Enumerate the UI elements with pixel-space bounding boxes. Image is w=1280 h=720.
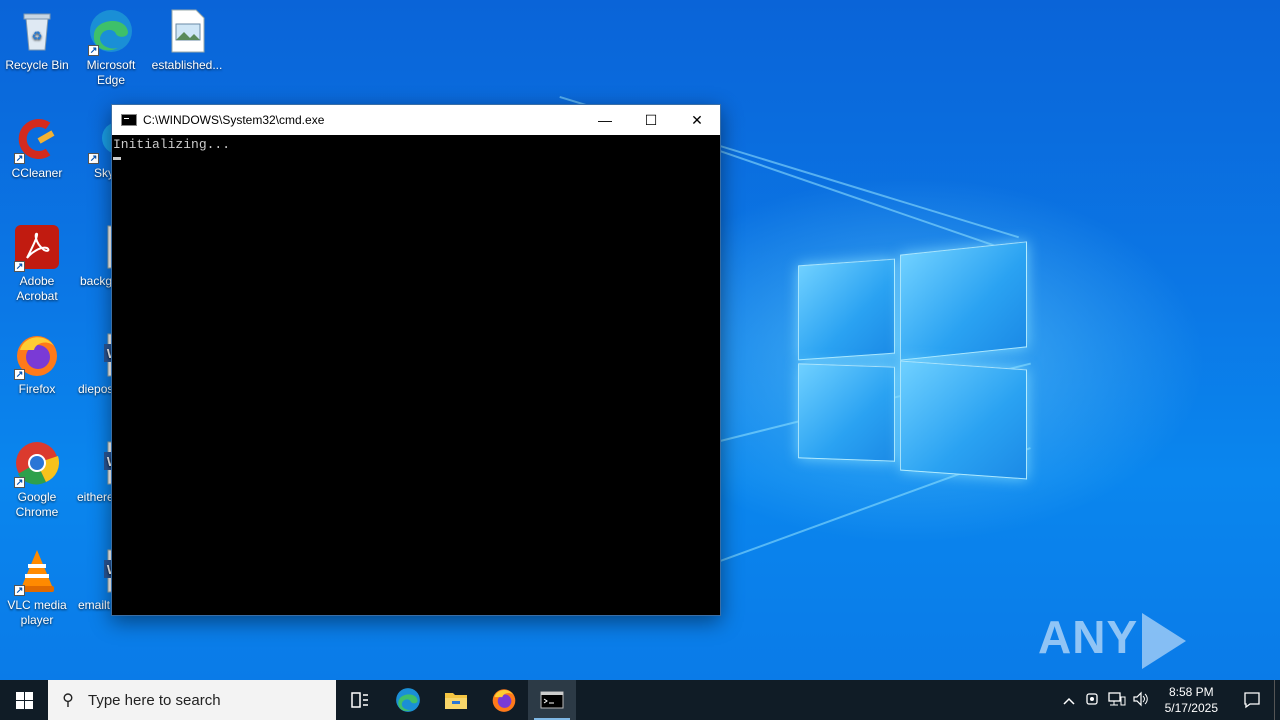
desktop-icon-label: Microsoft Edge [86,58,136,87]
acrobat-icon: ↗ [14,224,60,272]
desktop-icon-recycle-bin[interactable]: ♻ Recycle Bin [0,8,74,73]
watermark-left-text: ANY [1038,611,1139,663]
network-icon[interactable] [1105,691,1129,710]
taskbar-file-explorer-button[interactable] [432,680,480,720]
task-view-button[interactable] [336,680,384,720]
recycle-bin-icon: ♻ [14,8,60,54]
svg-text:♻: ♻ [32,29,43,43]
firefox-icon [492,689,516,712]
windows-start-icon [15,691,33,709]
show-desktop-button[interactable] [1274,680,1280,720]
search-icon: ⚲ [62,692,74,709]
desktop-icon-label: Adobe Acrobat [16,274,58,303]
notification-icon [1244,692,1260,709]
minimize-button[interactable]: — [582,105,628,135]
start-button[interactable] [0,680,48,720]
notification-center-button[interactable] [1230,680,1274,720]
file-explorer-icon [445,693,467,709]
desktop-icon-ccleaner[interactable]: ↗ CCleaner [0,116,74,181]
cmd-icon [540,691,564,709]
search-box[interactable]: ⚲ Type here to search [48,680,336,720]
desktop-icon-firefox[interactable]: ↗ Firefox [0,332,74,397]
minimize-icon: — [598,112,612,128]
vlc-icon: ↗ [14,548,60,596]
edge-icon [396,688,420,712]
windows-logo [790,240,1035,480]
task-view-icon [351,692,368,708]
desktop-icon-adobe-acrobat[interactable]: ↗ Adobe Acrobat [0,224,74,304]
cmd-window[interactable]: C:\WINDOWS\System32\cmd.exe — ☐ ✕ Initia… [111,104,721,616]
edge-icon: ↗ [88,8,134,56]
taskbar-firefox-button[interactable] [480,680,528,720]
close-icon: ✕ [691,111,703,128]
maximize-icon: ☐ [644,111,658,128]
desktop-icon-label: CCleaner [11,166,63,180]
taskbar-edge-button[interactable] [384,680,432,720]
system-tray: 8:58 PM 5/17/2025 [1057,680,1280,720]
desktop-icon-label: Firefox [18,382,56,396]
desktop-icon-label: established... [151,58,223,72]
close-button[interactable]: ✕ [674,105,720,135]
play-icon [1142,612,1187,669]
console-cursor [113,157,121,160]
window-title: C:\WINDOWS\System32\cmd.exe [143,113,325,127]
meet-now-icon[interactable] [1081,691,1105,710]
desktop-icon-google-chrome[interactable]: ↗ Google Chrome [0,440,74,520]
cmd-icon [121,114,137,126]
clock-date: 5/17/2025 [1164,701,1218,715]
chrome-icon: ↗ [14,440,60,488]
show-hidden-icons-chevron-icon[interactable] [1057,692,1081,708]
desktop-icon-established[interactable]: established... [150,8,224,73]
taskbar: ⚲ Type here to search 8:58 PM 5/17/2025 [0,680,1280,720]
image-file-icon [164,8,210,54]
console-output-area[interactable]: Initializing... [112,135,720,162]
cmd-title-bar[interactable]: C:\WINDOWS\System32\cmd.exe — ☐ ✕ [112,105,720,135]
desktop-icon-label: Recycle Bin [5,58,69,72]
desktop-icon-label: Google Chrome [15,490,59,519]
ccleaner-icon: ↗ [14,116,60,164]
taskbar-cmd-button[interactable] [528,680,576,720]
firefox-icon: ↗ [14,332,60,380]
desktop-icon-microsoft-edge[interactable]: ↗ Microsoft Edge [74,8,148,88]
maximize-button[interactable]: ☐ [628,105,674,135]
volume-icon[interactable] [1129,691,1153,710]
search-placeholder: Type here to search [88,691,221,709]
clock[interactable]: 8:58 PM 5/17/2025 [1153,684,1230,716]
clock-time: 8:58 PM [1168,685,1214,699]
desktop-icon-vlc[interactable]: ↗ VLC media player [0,548,74,628]
console-output-text: Initializing... [113,137,231,152]
desktop-icon-label: VLC media player [7,598,67,627]
